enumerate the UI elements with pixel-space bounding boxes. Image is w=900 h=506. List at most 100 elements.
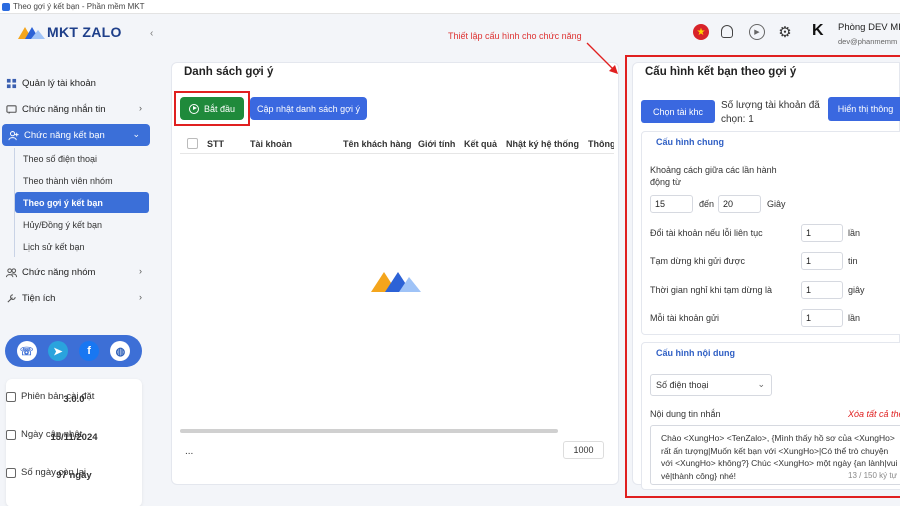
play-circle-icon[interactable]: ▶ xyxy=(749,24,765,40)
update-suggestions-button[interactable]: Cập nhật danh sách gợi ý xyxy=(250,97,367,120)
sidebar-item-messaging[interactable]: Chức năng nhắn tin › xyxy=(0,98,152,120)
config-panel-title: Cấu hình kết bạn theo gợi ý xyxy=(645,66,797,78)
submenu-item-history[interactable]: Lịch sử kết bạn xyxy=(15,236,152,257)
pause-input[interactable]: 1 xyxy=(801,252,843,270)
horizontal-scrollbar[interactable] xyxy=(180,429,558,433)
char-counter: 13 / 150 ký tự xyxy=(848,471,897,480)
annotation-text: Thiết lập cấu hình cho chức năng xyxy=(448,31,582,41)
footer-dots: ... xyxy=(185,446,194,457)
table-header: STT Tài khoản Tên khách hàng Giới tính K… xyxy=(180,134,614,154)
rest-unit: giây xyxy=(848,285,865,295)
col-account[interactable]: Tài khoản xyxy=(250,139,292,149)
sidebar-item-utilities[interactable]: Tiện ích › xyxy=(0,287,152,309)
submenu-item-suggestions[interactable]: Theo gợi ý kết bạn xyxy=(15,192,149,213)
sidebar-item-label: Chức năng nhóm xyxy=(22,266,96,278)
sidebar-collapse-icon[interactable]: ‹ xyxy=(150,28,153,39)
mkt-logo-icon xyxy=(18,25,45,39)
chevron-down-icon: ⌄ xyxy=(132,129,140,139)
version-icon xyxy=(6,391,16,402)
logo-text: MKT ZALO xyxy=(47,24,122,40)
message-label: Nội dung tin nhắn xyxy=(650,409,721,419)
each-account-label: Mỗi tài khoản gửi xyxy=(650,313,720,323)
page-size-input[interactable]: 1000 xyxy=(563,441,604,459)
bell-icon[interactable] xyxy=(721,25,733,38)
social-links: ☏ ➤ f ◍ xyxy=(5,335,142,367)
pause-unit: tin xyxy=(848,256,858,266)
version-label: Phiên bản cài đặt xyxy=(21,391,95,402)
gear-icon[interactable]: ⚙ xyxy=(777,24,793,41)
group-icon xyxy=(6,267,17,277)
sidebar-item-accounts[interactable]: Quản lý tài khoản xyxy=(0,72,152,94)
support-icon[interactable]: ☏ xyxy=(16,341,37,361)
rest-input[interactable]: 1 xyxy=(801,281,843,299)
clear-all-link[interactable]: Xóa tất cả the xyxy=(848,409,900,419)
sidebar-item-label: Tiện ích xyxy=(22,292,56,304)
empty-state-logo-icon xyxy=(371,272,421,292)
interval-unit: Giây xyxy=(767,199,786,209)
updated-label: Ngày cập nhật xyxy=(21,429,83,440)
facebook-icon[interactable]: f xyxy=(79,341,100,361)
friends-submenu: Theo số điện thoại Theo thành viên nhóm … xyxy=(14,148,152,257)
version-info: Phiên bản cài đặt 3.0.0 xyxy=(6,391,142,405)
submenu-item-group-members[interactable]: Theo thành viên nhóm xyxy=(15,170,152,191)
select-value: Số điện thoại xyxy=(656,380,709,390)
each-account-input[interactable]: 1 xyxy=(801,309,843,327)
vietnam-flag-icon[interactable]: ★ xyxy=(693,24,709,40)
days-left-info: Số ngày còn lại 97 ngày xyxy=(6,467,142,481)
sidebar-nav: Quản lý tài khoản Chức năng nhắn tin › C… xyxy=(0,72,152,313)
show-info-button[interactable]: Hiển thị thông xyxy=(828,97,900,121)
logo: MKT ZALO xyxy=(18,24,122,40)
accounts-icon xyxy=(6,78,17,88)
select-all-checkbox[interactable] xyxy=(187,138,198,149)
app-icon xyxy=(2,2,10,11)
selected-account-count: Số lượng tài khoản đã chọn: 1 xyxy=(721,100,820,125)
sidebar: MKT ZALO ‹ Quản lý tài khoản Chức năng n… xyxy=(0,14,160,506)
chat-icon xyxy=(6,104,17,114)
submenu-item-phone[interactable]: Theo số điện thoại xyxy=(15,148,152,169)
interval-from-input[interactable]: 15 xyxy=(650,195,693,213)
rest-label: Thời gian nghỉ khi tạm dừng là xyxy=(650,285,772,295)
pause-label: Tạm dừng khi gửi được xyxy=(650,256,746,266)
sidebar-item-friends[interactable]: Chức năng kết bạn ⌄ xyxy=(2,124,150,146)
telegram-icon[interactable]: ➤ xyxy=(47,341,68,361)
window-titlebar: Theo gợi ý kết bạn - Phần mềm MKT xyxy=(0,0,900,14)
col-customer-name[interactable]: Tên khách hàng xyxy=(343,139,412,149)
switch-account-label: Đổi tài khoản nếu lỗi liên tục xyxy=(650,228,763,238)
chevron-right-icon: › xyxy=(139,292,142,302)
col-info[interactable]: Thông xyxy=(588,139,614,149)
sidebar-item-label: Chức năng kết bạn xyxy=(24,129,105,141)
annotation-arrow-icon xyxy=(586,42,618,74)
calendar-icon xyxy=(6,429,16,440)
user-email: dev@phanmemm xyxy=(838,37,898,46)
switch-account-input[interactable]: 1 xyxy=(801,224,843,242)
user-name: Phòng DEV MI xyxy=(838,22,900,33)
sidebar-item-groups[interactable]: Chức năng nhóm › xyxy=(0,261,152,283)
website-globe-icon[interactable]: ◍ xyxy=(110,341,131,361)
chevron-down-icon: ⌄ xyxy=(757,379,765,389)
col-stt[interactable]: STT xyxy=(207,139,224,149)
col-result[interactable]: Kết quả xyxy=(464,139,497,149)
avatar[interactable]: K xyxy=(812,22,830,42)
interval-to-word: đến xyxy=(699,199,715,209)
box-icon xyxy=(6,467,16,478)
interval-label: Khoảng cách giữa các lần hành động từ xyxy=(650,165,777,187)
choose-account-button[interactable]: Chọn tài khc xyxy=(641,100,715,123)
col-gender[interactable]: Giới tính xyxy=(418,139,455,149)
list-panel-title: Danh sách gợi ý xyxy=(184,66,274,78)
app-info-card: Phiên bản cài đặt 3.0.0 Ngày cập nhật 15… xyxy=(6,379,142,506)
submenu-item-cancel-accept[interactable]: Hủy/Đồng ý kết bạn xyxy=(15,214,152,235)
sidebar-item-label: Quản lý tài khoản xyxy=(22,77,96,89)
play-icon xyxy=(188,103,199,114)
col-system-log[interactable]: Nhật ký hệ thống xyxy=(506,139,579,149)
start-label: Bắt đầu xyxy=(203,103,236,114)
chevron-right-icon: › xyxy=(139,103,142,113)
start-button[interactable]: Bắt đầu xyxy=(180,97,244,120)
user-add-icon xyxy=(8,130,19,140)
general-config-title: Cấu hình chung xyxy=(656,137,724,147)
tools-icon xyxy=(7,293,16,303)
content-type-select[interactable]: Số điện thoại ⌄ xyxy=(650,374,772,396)
content-config-title: Cấu hình nội dung xyxy=(656,348,735,358)
each-account-unit: lần xyxy=(848,313,861,323)
interval-to-input[interactable]: 20 xyxy=(718,195,761,213)
sidebar-item-label: Chức năng nhắn tin xyxy=(22,103,106,115)
